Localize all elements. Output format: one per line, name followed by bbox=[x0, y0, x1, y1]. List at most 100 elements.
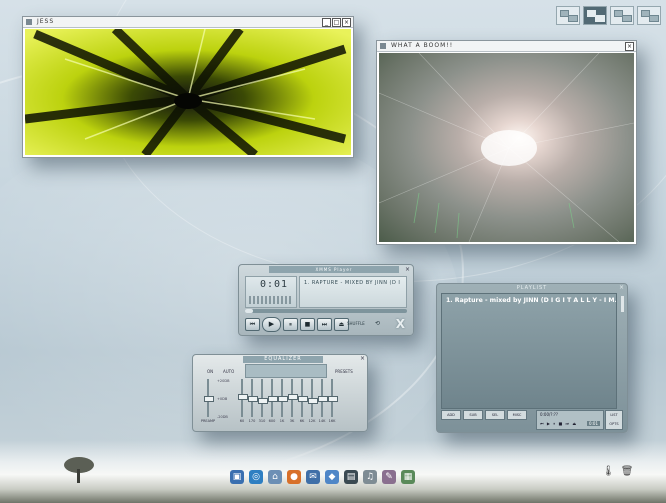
thermometer-icon[interactable]: 🌡 bbox=[602, 466, 615, 477]
play-button[interactable]: ▶ bbox=[262, 317, 281, 332]
pager-desktop-4[interactable] bbox=[637, 6, 661, 25]
tree-icon bbox=[64, 457, 94, 483]
eq-band-slider[interactable]: 310 bbox=[258, 379, 268, 423]
db-label: +0DB bbox=[217, 397, 228, 401]
jess-titlebar[interactable]: JESS _ □ × bbox=[23, 17, 353, 28]
repeat-button[interactable]: ⟲ bbox=[375, 320, 380, 327]
shuffle-button[interactable]: SHUFFLE bbox=[347, 321, 365, 326]
preamp-slider[interactable]: PREAMP bbox=[201, 379, 215, 423]
close-button[interactable]: × bbox=[360, 355, 365, 362]
desktop-pager bbox=[556, 6, 661, 25]
misc-button[interactable]: MISC bbox=[507, 410, 527, 420]
maximize-button[interactable]: □ bbox=[332, 18, 341, 27]
playlist-info: 0:00/?:?? ⏮ ▶ ⏸ ■ ⏭ ⏏ 0:01 bbox=[536, 410, 604, 430]
eq-band-label: 310 bbox=[258, 419, 266, 423]
eq-band-slider[interactable]: 170 bbox=[248, 379, 258, 423]
messenger-icon[interactable]: ◆ bbox=[325, 470, 339, 484]
sub-button[interactable]: SUB bbox=[463, 410, 483, 420]
video-titlebar[interactable]: WHAT A BOOM!! × bbox=[377, 41, 636, 52]
close-button[interactable]: × bbox=[342, 18, 351, 27]
mini-controls[interactable]: ⏮ ▶ ⏸ ■ ⏭ ⏏ bbox=[540, 421, 577, 426]
pager-desktop-3[interactable] bbox=[610, 6, 634, 25]
song-info: 1. RAPTURE - MIXED BY JINN (D I G I T A … bbox=[299, 276, 407, 308]
eq-band-label: 1K bbox=[279, 419, 285, 423]
playlist-title[interactable]: PLAYLIST bbox=[437, 285, 627, 291]
eq-band-slider[interactable]: 60 bbox=[238, 379, 248, 423]
db-label: -20DB bbox=[217, 415, 228, 419]
window-title: WHAT A BOOM!! bbox=[391, 42, 454, 49]
thunderbird-icon[interactable]: ✉ bbox=[306, 470, 320, 484]
starburst-visual bbox=[25, 29, 351, 155]
time-display[interactable]: 0:01 bbox=[245, 276, 297, 308]
eq-band-slider[interactable]: 1K bbox=[278, 379, 288, 423]
equalizer-title[interactable]: EQUALIZER bbox=[243, 356, 323, 363]
slider-knob[interactable] bbox=[288, 394, 298, 401]
window-menu-icon[interactable] bbox=[380, 43, 386, 49]
slider-knob[interactable] bbox=[248, 396, 258, 402]
add-button[interactable]: ADD bbox=[441, 410, 461, 420]
player-title[interactable]: XMMS Player bbox=[269, 266, 399, 273]
slider-knob[interactable] bbox=[318, 396, 328, 402]
eq-auto-button[interactable]: AUTO bbox=[223, 369, 234, 374]
trash-icon[interactable]: 🗑 bbox=[621, 466, 634, 477]
sel-button[interactable]: SEL bbox=[485, 410, 505, 420]
video-window[interactable]: WHAT A BOOM!! × bbox=[376, 40, 637, 245]
playlist-list[interactable]: 1. Rapture - mixed by JINN (D I G I T A … bbox=[441, 293, 617, 409]
playlist-scrollbar[interactable] bbox=[621, 296, 624, 312]
slider-knob[interactable] bbox=[238, 394, 248, 401]
slider-knob[interactable] bbox=[278, 396, 288, 402]
archive-icon[interactable]: ▦ bbox=[401, 470, 415, 484]
spectrum-analyzer[interactable] bbox=[249, 296, 293, 304]
desktop-icon[interactable]: ▣ bbox=[230, 470, 244, 484]
eq-band-slider[interactable]: 3K bbox=[288, 379, 298, 423]
firefox-icon[interactable]: ● bbox=[287, 470, 301, 484]
equalizer-window[interactable]: EQUALIZER × ON AUTO PRESETS +20DB +0DB -… bbox=[192, 354, 368, 432]
close-button[interactable]: × bbox=[619, 284, 624, 291]
seek-bar[interactable] bbox=[245, 309, 407, 313]
eq-band-label: 600 bbox=[268, 419, 276, 423]
slider-knob[interactable] bbox=[328, 396, 338, 402]
eq-band-label: 6K bbox=[299, 419, 305, 423]
slider-knob[interactable] bbox=[308, 397, 318, 404]
player-window[interactable]: XMMS Player × 0:01 1. RAPTURE - MIXED BY… bbox=[238, 264, 414, 336]
eq-band-label: 60 bbox=[239, 419, 245, 423]
slider-knob[interactable] bbox=[268, 396, 278, 402]
eq-curve-graph bbox=[245, 364, 327, 378]
media-icon[interactable]: ♫ bbox=[363, 470, 377, 484]
eq-band-slider[interactable]: 14K bbox=[318, 379, 328, 423]
eq-band-slider[interactable]: 6K bbox=[298, 379, 308, 423]
desktop: JESS _ □ × WHAT A BOOM!! × XMMS Player ×… bbox=[0, 0, 666, 503]
jess-window[interactable]: JESS _ □ × bbox=[22, 16, 354, 158]
eq-band-slider[interactable]: 600 bbox=[268, 379, 278, 423]
previous-button[interactable]: ⏮ bbox=[245, 318, 260, 331]
minimize-button[interactable]: _ bbox=[322, 18, 331, 27]
config-icon[interactable]: ✎ bbox=[382, 470, 396, 484]
eq-band-slider[interactable]: 16K bbox=[328, 379, 338, 423]
pager-desktop-2[interactable] bbox=[583, 6, 607, 25]
playlist-footer: ADD SUB SEL MISC bbox=[441, 410, 527, 420]
transport-controls: ⏮ ▶ ⏸ ■ ⏭ ⏏ bbox=[245, 317, 349, 332]
nebula-visual bbox=[379, 53, 634, 242]
stop-button[interactable]: ■ bbox=[300, 318, 315, 331]
list-options-button[interactable]: LIST OPTS bbox=[605, 410, 623, 430]
eq-on-button[interactable]: ON bbox=[207, 369, 213, 374]
seek-progress bbox=[245, 309, 254, 313]
home-icon[interactable]: ⌂ bbox=[268, 470, 282, 484]
next-button[interactable]: ⏭ bbox=[317, 318, 332, 331]
close-button[interactable]: × bbox=[625, 42, 634, 51]
playlist-window[interactable]: PLAYLIST × 1. Rapture - mixed by JINN (D… bbox=[436, 283, 628, 433]
eq-band-slider[interactable]: 12K bbox=[308, 379, 318, 423]
slider-knob[interactable] bbox=[204, 396, 214, 402]
pager-desktop-1[interactable] bbox=[556, 6, 580, 25]
eq-band-label: 170 bbox=[248, 419, 256, 423]
slider-knob[interactable] bbox=[258, 397, 268, 404]
taskbar: ▣ ◎ ⌂ ● ✉ ◆ ▤ ♫ ✎ ▦ bbox=[230, 470, 415, 484]
window-menu-icon[interactable] bbox=[26, 19, 32, 25]
list-item[interactable]: 1. Rapture - mixed by JINN (D I G I T A … bbox=[442, 294, 616, 307]
terminal-icon[interactable]: ▤ bbox=[344, 470, 358, 484]
eq-presets-button[interactable]: PRESETS bbox=[335, 369, 353, 374]
slider-knob[interactable] bbox=[298, 396, 308, 402]
pause-button[interactable]: ⏸ bbox=[283, 318, 298, 331]
close-button[interactable]: × bbox=[404, 266, 411, 273]
browser-icon[interactable]: ◎ bbox=[249, 470, 263, 484]
